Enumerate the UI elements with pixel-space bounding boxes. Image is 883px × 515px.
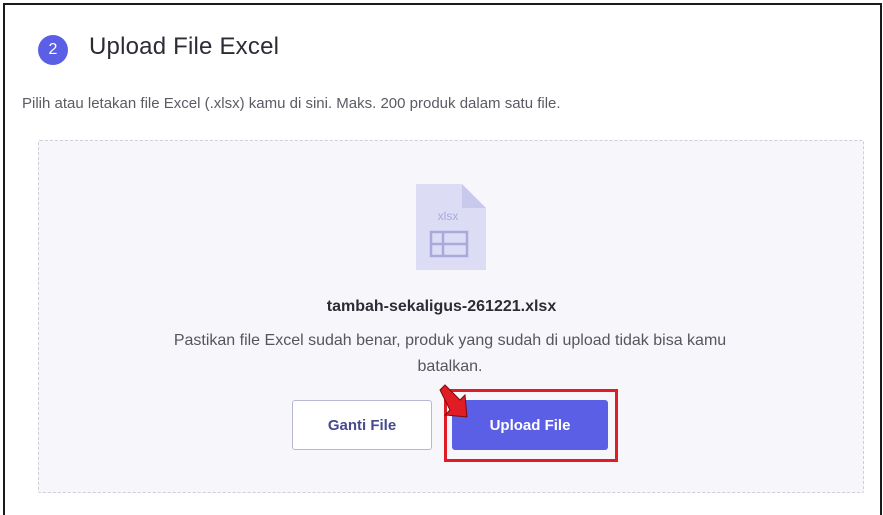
change-file-button[interactable]: Ganti File — [292, 400, 432, 450]
xlsx-file-icon-label: xlsx — [438, 209, 459, 223]
step-number-badge: 2 — [38, 35, 68, 65]
upload-warning-note: Pastikan file Excel sudah benar, produk … — [173, 332, 727, 375]
pointer-arrow-icon — [439, 384, 468, 418]
xlsx-file-icon: xlsx — [416, 184, 486, 270]
upload-instructions: Pilih atau letakan file Excel (.xlsx) ka… — [22, 95, 561, 112]
upload-file-button[interactable]: Upload File — [452, 400, 608, 450]
page-title: Upload File Excel — [89, 33, 280, 60]
selected-file-name: tambah-sekaligus-261221.xlsx — [326, 298, 557, 315]
